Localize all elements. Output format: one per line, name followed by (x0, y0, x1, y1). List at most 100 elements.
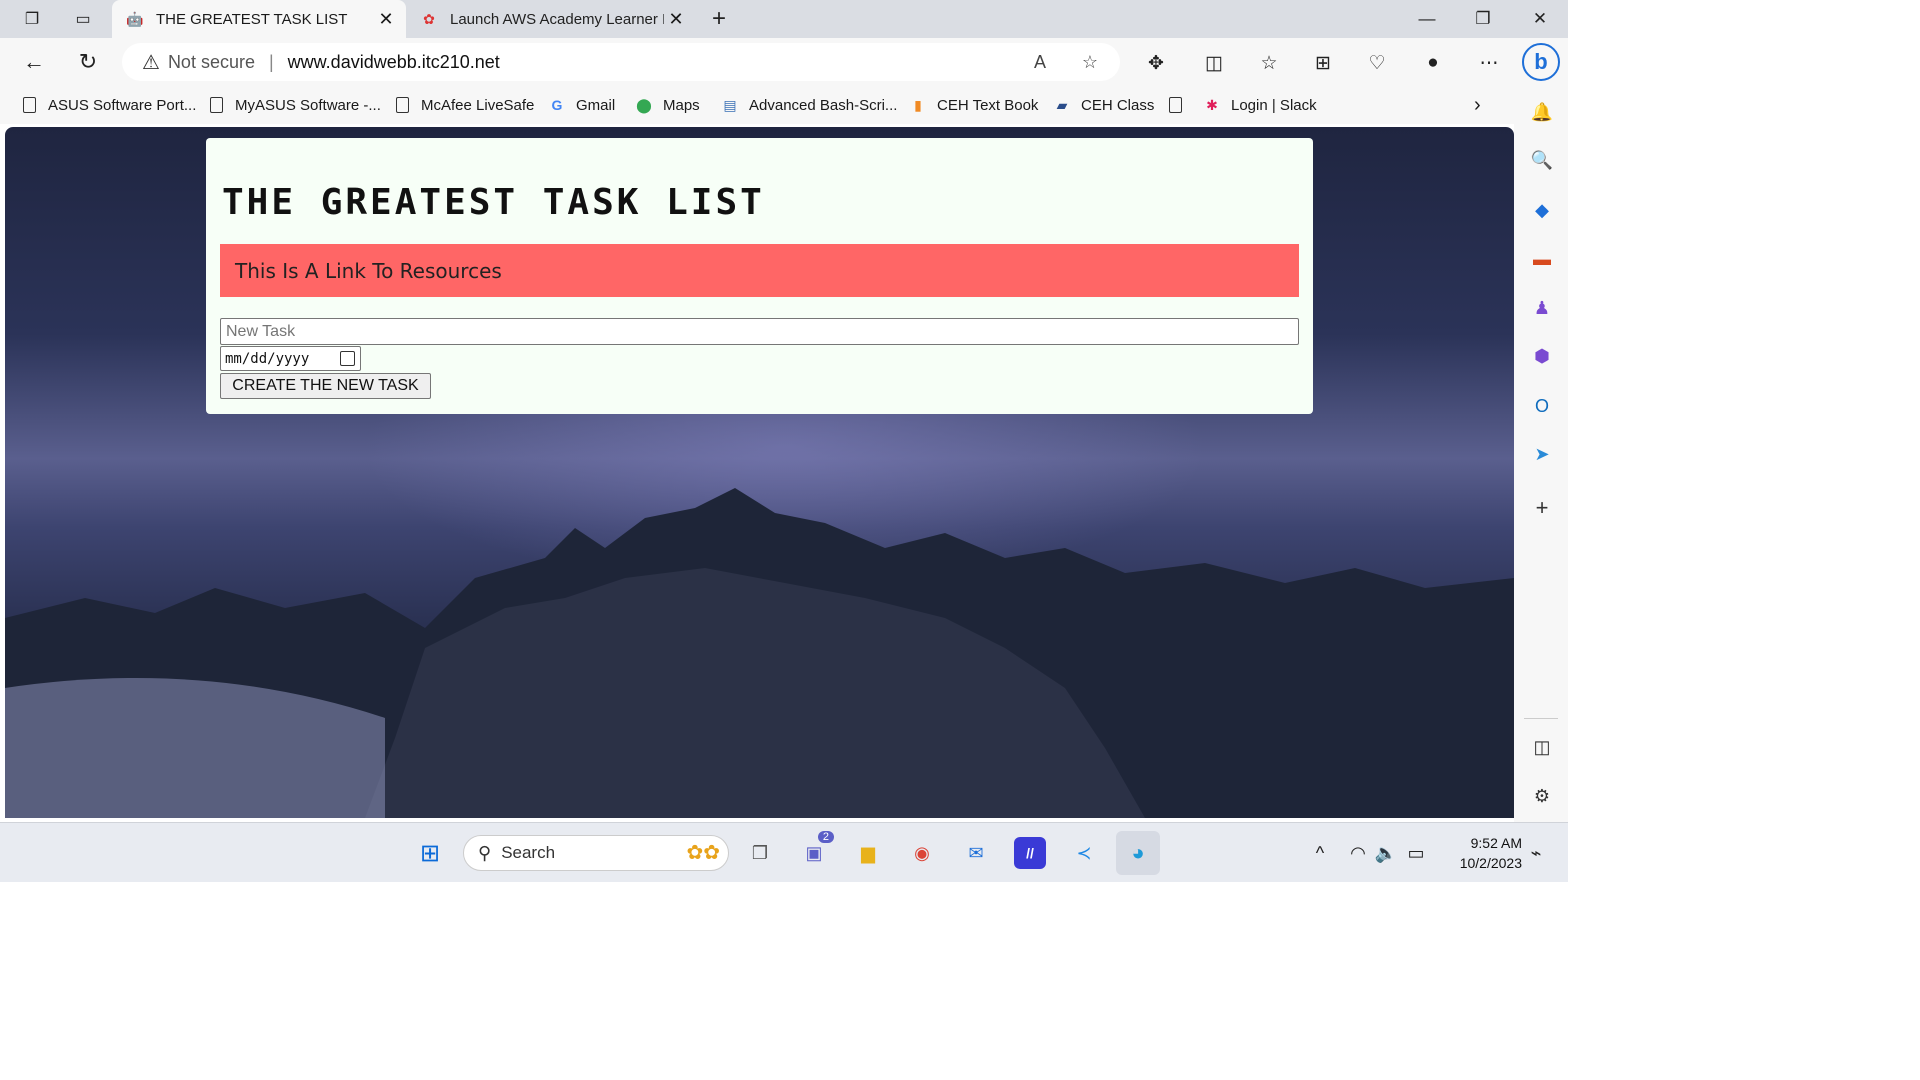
refresh-icon[interactable]: ↻ (75, 49, 101, 75)
search-highlight-flowers-icon: ✿✿ (686, 842, 720, 864)
file-explorer-icon[interactable]: ▆ (852, 837, 884, 869)
tab-title: Launch AWS Academy Learner La (450, 10, 664, 28)
profile-avatar-icon[interactable]: ● (1420, 50, 1446, 76)
task-form-card: THE GREATEST TASK LIST This Is A Link To… (206, 138, 1313, 414)
favorite-ceh-class[interactable]: ▰ CEH Class (1053, 94, 1155, 116)
new-tab-icon[interactable]: + (706, 7, 732, 33)
app-launcher-icon[interactable]: // (1014, 837, 1046, 869)
date-placeholder: mm/dd/yyyy (225, 350, 310, 367)
slack-icon: ✱ (1206, 96, 1218, 113)
favorite-advanced-bash-scripting[interactable]: ▤ Advanced Bash-Scri... (721, 94, 897, 116)
close-window-icon[interactable]: ✕ (1527, 6, 1553, 32)
battery-icon[interactable]: ▭ (1400, 837, 1432, 869)
shopping-tag-icon[interactable]: ◆ (1530, 198, 1554, 222)
search-label: Search (501, 843, 556, 862)
resources-link[interactable]: This Is A Link To Resources (235, 259, 502, 283)
microsoft-365-icon[interactable]: ⬢ (1530, 344, 1554, 368)
tab-greatest-task-list[interactable]: 🤖 THE GREATEST TASK LIST ✕ (112, 0, 406, 38)
close-tab-icon[interactable]: ✕ (374, 7, 398, 31)
games-icon[interactable]: ♟ (1530, 296, 1554, 320)
clock-time: 9:52 AM (1470, 835, 1522, 851)
notebook-icon: ▰ (1056, 96, 1068, 113)
maps-pin-icon: ⬤ (636, 96, 652, 113)
chrome-icon[interactable]: ◉ (906, 837, 938, 869)
close-tab-icon[interactable]: ✕ (664, 7, 688, 31)
task-view-icon[interactable]: ❐ (744, 837, 776, 869)
sidebar-settings-gear-icon[interactable]: ⚙ (1530, 784, 1554, 808)
calendar-icon[interactable] (340, 351, 355, 366)
clock-date: 10/2/2023 (1459, 855, 1522, 871)
favorite-label: Advanced Bash-Scri... (749, 96, 898, 114)
favorite-myasus-software[interactable]: MyASUS Software -... (207, 94, 381, 116)
due-date-input[interactable]: mm/dd/yyyy (220, 346, 361, 371)
back-arrow-icon[interactable]: ← (21, 49, 47, 75)
workspaces-icon[interactable]: ❐ (20, 7, 44, 31)
favorites-bar: ASUS Software Port... MyASUS Software -.… (0, 86, 1568, 124)
favorite-label: Maps (663, 96, 700, 114)
restore-icon[interactable]: ❐ (1470, 6, 1496, 32)
google-icon: G (551, 97, 563, 113)
address-bar[interactable]: ⚠ Not secure | www.davidwebb.itc210.net … (122, 43, 1120, 81)
mail-icon[interactable]: ✉ (960, 837, 992, 869)
more-favorites-chevron-icon[interactable]: › (1474, 94, 1481, 116)
create-task-button[interactable]: CREATE THE NEW TASK (220, 373, 431, 399)
extensions-icon[interactable]: ✥ (1143, 50, 1169, 76)
favorite-label: ASUS Software Port... (48, 96, 197, 114)
show-hidden-icons-chevron-icon[interactable]: ^ (1304, 837, 1336, 869)
document-icon (207, 96, 225, 114)
minimize-icon[interactable]: — (1414, 6, 1440, 32)
url-text[interactable]: www.davidwebb.itc210.net (288, 52, 500, 73)
edge-sidebar: 🔔 🔍 ◆ ▬ ♟ ⬢ O ➤ + ◫ ⚙ (1514, 86, 1568, 822)
search-icon[interactable]: 🔍 (1530, 148, 1554, 172)
aws-academy-favicon-icon: ✿ (423, 10, 435, 27)
browser-essentials-icon[interactable]: ♡ (1364, 50, 1390, 76)
page-viewport: THE GREATEST TASK LIST This Is A Link To… (5, 127, 1514, 818)
split-screen-icon[interactable]: ◫ (1201, 50, 1227, 76)
favorite-label: Login | Slack (1231, 96, 1317, 114)
favorite-star-icon[interactable]: ☆ (1078, 50, 1102, 74)
more-options-icon[interactable]: ⋯ (1476, 50, 1502, 76)
favorite-label: CEH Class (1081, 96, 1155, 114)
document-icon (393, 96, 411, 114)
navigation-bar: ← ↻ ⚠ Not secure | www.davidwebb.itc210.… (0, 38, 1568, 86)
favorite-label: McAfee LiveSafe (421, 96, 535, 114)
favorite-gmail[interactable]: G Gmail (548, 94, 616, 116)
favorite-label: MyASUS Software -... (235, 96, 381, 114)
teams-badge: 2 (817, 831, 834, 843)
security-label[interactable]: Not secure (168, 52, 255, 73)
favorite-maps[interactable]: ⬤ Maps (635, 94, 700, 116)
address-separator: | (268, 51, 274, 72)
favorite-unnamed-page[interactable] (1166, 94, 1194, 116)
read-aloud-icon[interactable]: A (1028, 50, 1052, 74)
bing-copilot-icon[interactable]: b (1522, 43, 1560, 81)
system-clock[interactable]: 9:52 AM 10/2/2023 (1440, 833, 1522, 873)
hide-sidebar-icon[interactable]: ◫ (1530, 735, 1554, 759)
mountain-background-image (5, 488, 1514, 818)
outlook-icon[interactable]: O (1530, 394, 1554, 418)
drop-send-icon[interactable]: ➤ (1530, 442, 1554, 466)
favorite-slack-login[interactable]: ✱ Login | Slack (1203, 94, 1317, 116)
taskbar-search-box[interactable]: ⚲ Search ✿✿ (463, 835, 729, 871)
warning-icon[interactable]: ⚠ (142, 50, 160, 75)
sidebar-divider (1524, 718, 1558, 719)
tools-briefcase-icon[interactable]: ▬ (1530, 247, 1554, 271)
tab-actions-icon[interactable]: ▭ (71, 7, 95, 31)
tab-title: THE GREATEST TASK LIST (156, 10, 348, 28)
tab-aws-academy[interactable]: ✿ Launch AWS Academy Learner La ✕ (406, 0, 696, 38)
collections-icon[interactable]: ⊞ (1310, 50, 1336, 76)
add-sidebar-app-icon[interactable]: + (1530, 495, 1554, 520)
notifications-bell-icon[interactable]: 🔔 (1530, 100, 1554, 124)
favorite-mcafee-livesafe[interactable]: McAfee LiveSafe (393, 94, 534, 116)
favorite-asus-software-portal[interactable]: ASUS Software Port... (20, 94, 196, 116)
window-icon: ▤ (723, 96, 737, 113)
edge-taskbar-icon[interactable]: ◕ (1116, 831, 1160, 875)
volume-icon[interactable]: 🔈 (1370, 837, 1402, 869)
notifications-icon[interactable]: ⌁ (1520, 837, 1552, 869)
teams-chat-icon[interactable]: ▣ 2 (798, 831, 834, 869)
favorites-list-icon[interactable]: ☆ (1256, 50, 1282, 76)
new-task-input[interactable] (220, 318, 1299, 345)
document-icon (1166, 96, 1184, 114)
vscode-icon[interactable]: ≺ (1068, 837, 1100, 869)
favorite-ceh-text-book[interactable]: ▮ CEH Text Book (909, 94, 1038, 116)
windows-start-icon[interactable]: ⊞ (414, 837, 446, 869)
